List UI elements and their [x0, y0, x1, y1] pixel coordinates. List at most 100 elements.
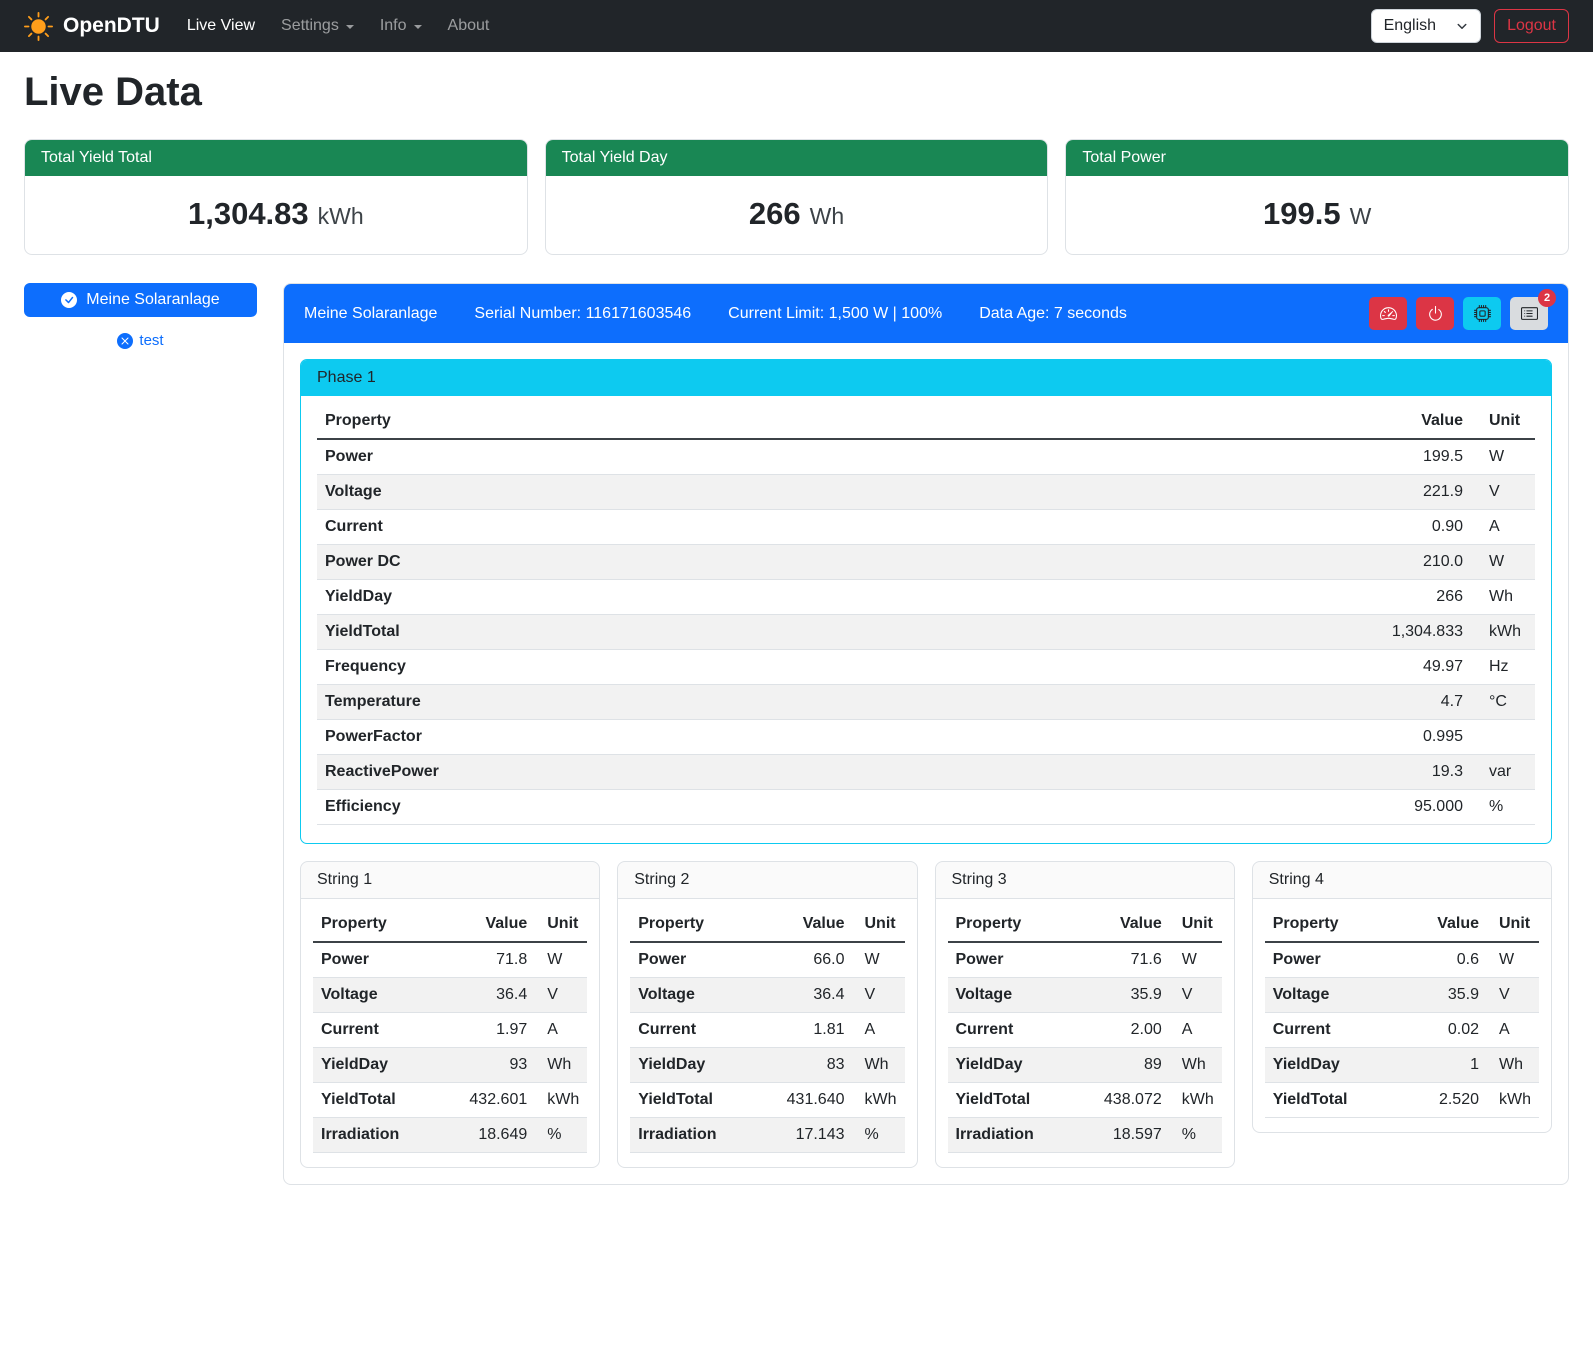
unit-cell: V	[1487, 978, 1539, 1013]
summary-card-yield-day: Total Yield Day 266Wh	[545, 139, 1049, 255]
unit-cell: kWh	[853, 1083, 905, 1118]
table-header-row: Property Value Unit	[1265, 907, 1539, 942]
logout-button[interactable]: Logout	[1494, 9, 1569, 43]
nav-item-label: Live View	[187, 17, 255, 35]
property-cell: Power	[313, 942, 438, 978]
phase-card: Phase 1 Property Value Unit	[300, 359, 1552, 844]
sun-icon	[24, 12, 53, 41]
table-head: Property Value Unit	[1265, 907, 1539, 942]
value-cell: 83	[755, 1048, 853, 1083]
page-container: Live Data Total Yield Total 1,304.83kWh …	[0, 70, 1593, 1213]
property-cell: YieldTotal	[313, 1083, 438, 1118]
summary-card-yield-total: Total Yield Total 1,304.83kWh	[24, 139, 528, 255]
string-body: Property Value Unit Power	[936, 899, 1234, 1167]
table-row: Voltage 36.4 V	[313, 978, 587, 1013]
table-row: Current 2.00 A	[948, 1013, 1222, 1048]
strings-grid: String 1 Property Value Unit	[300, 861, 1552, 1168]
col-value: Value	[755, 907, 853, 942]
unit-cell: V	[1170, 978, 1222, 1013]
value-cell: 93	[438, 1048, 536, 1083]
table-row: PowerFactor 0.995	[317, 720, 1535, 755]
value-cell: 66.0	[755, 942, 853, 978]
value-cell: 0.995	[1007, 720, 1471, 755]
property-cell: YieldTotal	[317, 615, 1007, 650]
value-cell: 89	[1072, 1048, 1170, 1083]
inverter-item-test[interactable]: test	[24, 332, 257, 349]
string-table: Property Value Unit Power	[630, 907, 904, 1153]
brand[interactable]: OpenDTU	[24, 12, 160, 41]
inverter-actions: 2	[1369, 297, 1548, 330]
summary-card-title: Total Yield Day	[546, 140, 1048, 176]
property-cell: Power	[630, 942, 755, 978]
table-header-row: Property Value Unit	[317, 404, 1535, 439]
string-table: Property Value Unit Power	[1265, 907, 1539, 1118]
property-cell: YieldTotal	[630, 1083, 755, 1118]
unit-cell: W	[1471, 545, 1535, 580]
value-cell: 0.02	[1400, 1013, 1487, 1048]
col-value: Value	[438, 907, 536, 942]
property-cell: Voltage	[1265, 978, 1401, 1013]
nav-item-about[interactable]: About	[435, 9, 503, 43]
power-icon	[1427, 305, 1444, 322]
property-cell: Current	[313, 1013, 438, 1048]
unit-cell: Wh	[853, 1048, 905, 1083]
value-cell: 438.072	[1072, 1083, 1170, 1118]
property-cell: Irradiation	[313, 1118, 438, 1153]
table-row: Voltage 221.9 V	[317, 475, 1535, 510]
summary-card-body: 1,304.83kWh	[25, 176, 527, 254]
col-value: Value	[1072, 907, 1170, 942]
summary-card-body: 266Wh	[546, 176, 1048, 254]
value-cell: 431.640	[755, 1083, 853, 1118]
x-circle-icon	[117, 333, 133, 349]
summary-card-body: 199.5 W	[1066, 176, 1568, 254]
property-cell: Power	[317, 439, 1007, 475]
value-cell: 432.601	[438, 1083, 536, 1118]
event-log-button[interactable]: 2	[1510, 297, 1548, 330]
inverter-select-button[interactable]: Meine Solaranlage	[24, 283, 257, 317]
unit-cell: A	[1487, 1013, 1539, 1048]
table-header-row: Property Value Unit	[630, 907, 904, 942]
nav-item-live-view[interactable]: Live View	[174, 9, 268, 43]
property-cell: Frequency	[317, 650, 1007, 685]
summary-card-title: Total Yield Total	[25, 140, 527, 176]
inverter-select-label: Meine Solaranlage	[86, 291, 219, 309]
summary-value: 266	[749, 196, 801, 231]
power-button[interactable]	[1416, 297, 1454, 330]
value-cell: 1,304.833	[1007, 615, 1471, 650]
page-title: Live Data	[24, 70, 1569, 115]
unit-cell: W	[853, 942, 905, 978]
nav-item-settings[interactable]: Settings	[268, 9, 367, 43]
string-card-3: String 3 Property Value Unit	[935, 861, 1235, 1168]
unit-cell: W	[535, 942, 587, 978]
table-row: Current 1.97 A	[313, 1013, 587, 1048]
summary-value: 199.5	[1263, 196, 1341, 231]
property-cell: Current	[1265, 1013, 1401, 1048]
string-table-body: Power 71.6 W Voltage 35.9 V	[948, 942, 1222, 1153]
table-head: Property Value Unit	[630, 907, 904, 942]
value-cell: 0.90	[1007, 510, 1471, 545]
table-header-row: Property Value Unit	[948, 907, 1222, 942]
unit-cell: A	[1170, 1013, 1222, 1048]
value-cell: 4.7	[1007, 685, 1471, 720]
language-select[interactable]: English	[1371, 9, 1481, 43]
col-value: Value	[1400, 907, 1487, 942]
table-row: Current 0.90 A	[317, 510, 1535, 545]
property-cell: YieldTotal	[948, 1083, 1073, 1118]
col-property: Property	[1265, 907, 1401, 942]
nav-item-label: About	[448, 17, 490, 35]
restart-device-button[interactable]	[1463, 297, 1501, 330]
table-header-row: Property Value Unit	[313, 907, 587, 942]
table-row: Current 1.81 A	[630, 1013, 904, 1048]
nav-item-label: Settings	[281, 17, 339, 35]
summary-unit: W	[1350, 203, 1372, 229]
table-row: YieldTotal 2.520 kWh	[1265, 1083, 1539, 1118]
col-unit: Unit	[853, 907, 905, 942]
col-value: Value	[1007, 404, 1471, 439]
property-cell: YieldDay	[317, 580, 1007, 615]
nav-item-info[interactable]: Info	[367, 9, 435, 43]
table-row: Frequency 49.97 Hz	[317, 650, 1535, 685]
table-row: Temperature 4.7 °C	[317, 685, 1535, 720]
value-cell: 71.8	[438, 942, 536, 978]
limit-settings-button[interactable]	[1369, 297, 1407, 330]
value-cell: 1	[1400, 1048, 1487, 1083]
